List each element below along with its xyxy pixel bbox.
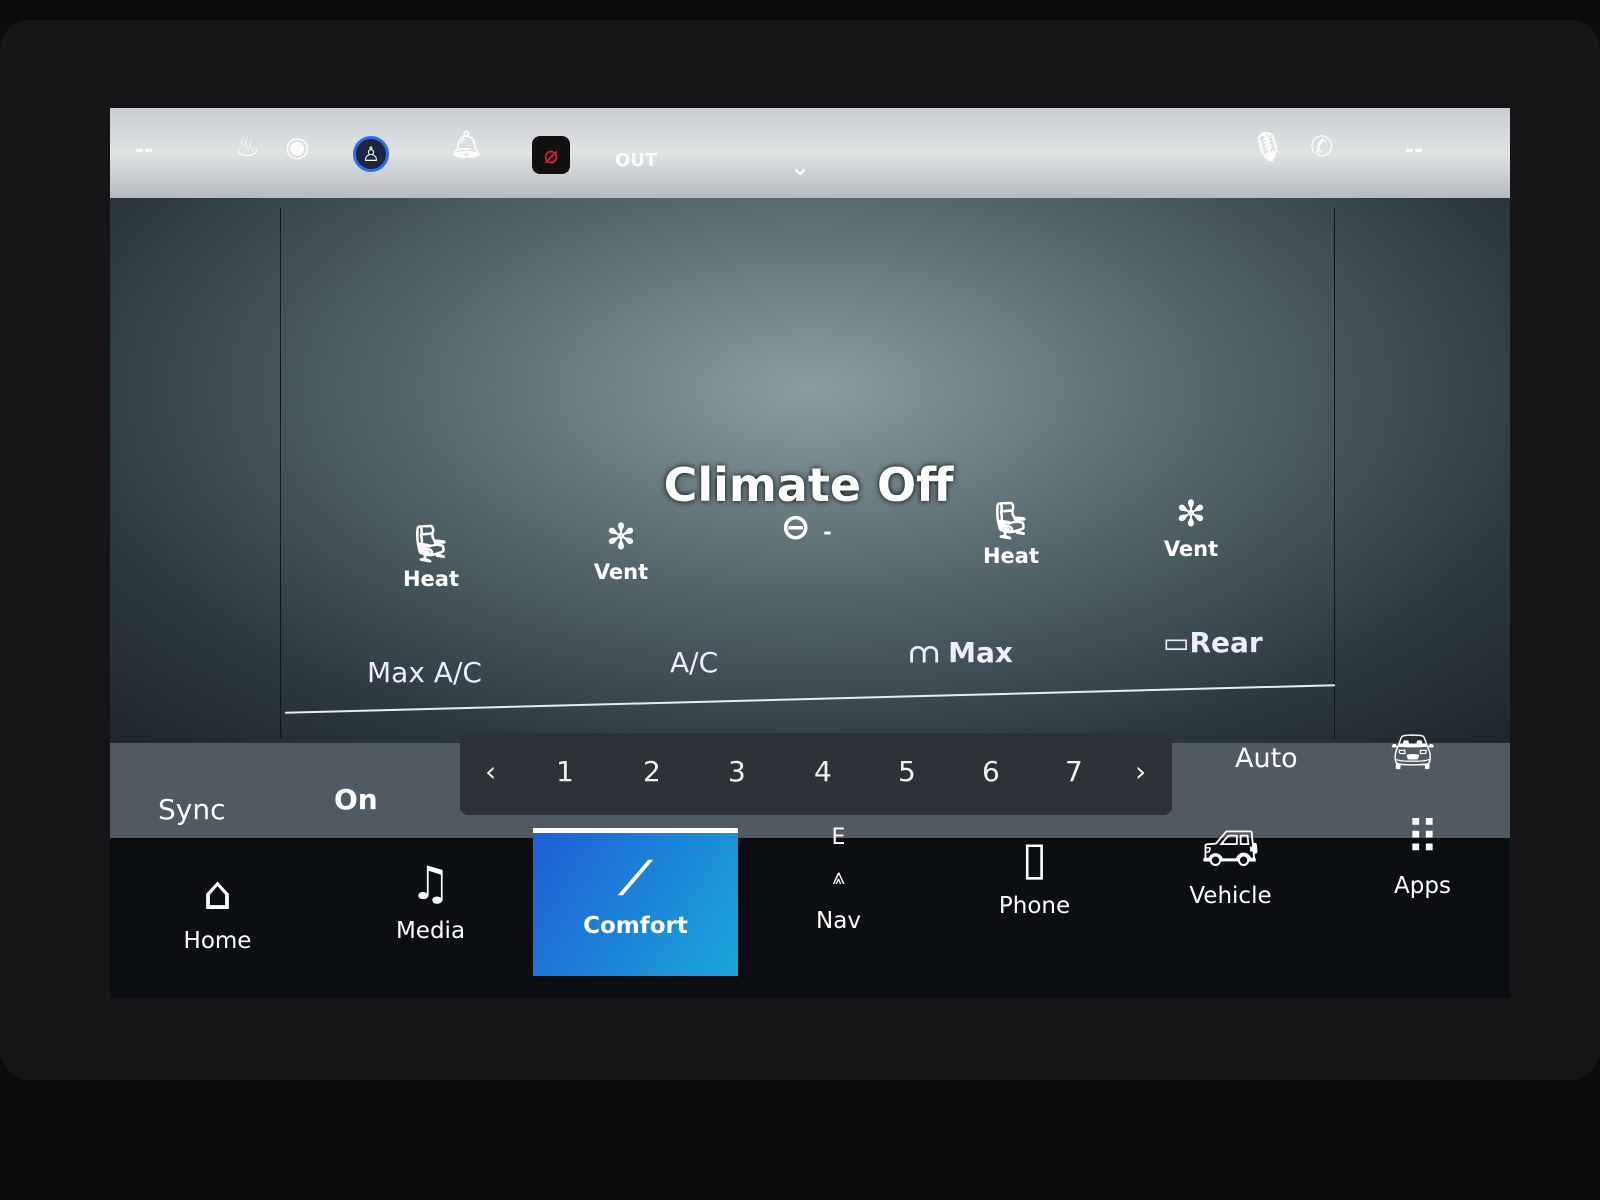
passenger-seat-vent-button[interactable]: ✻ Vent <box>1131 493 1251 561</box>
nav-label: Media <box>395 918 466 944</box>
nav-phone[interactable]: ▯ Phone <box>932 813 1137 958</box>
nav-vehicle[interactable]: 🚙︎ Vehicle <box>1128 803 1333 948</box>
heated-seat-icon[interactable]: ◉ <box>285 130 309 163</box>
smartphone-icon: ▯ <box>1021 831 1048 885</box>
bottom-nav-bar: ⌂ Home ♫ Media ⟋ Comfort E ⩓ Nav ▯ Phone 🚙︎ Veh… <box>110 811 1510 998</box>
apps-grid-icon: ⠿ <box>1405 811 1440 865</box>
rear-defrost-label: Rear <box>1189 626 1263 659</box>
recirculation-icon[interactable]: 🚘︎ <box>1390 731 1436 773</box>
seat-label: Heat <box>982 544 1040 568</box>
sync-label: Sync <box>158 793 226 826</box>
heated-steering-wheel-icon: ⊖ - <box>780 507 832 548</box>
status-bar: -- ♨ ◉ ♙ 🔔︎ ⌀ OUT ⌄ 🎙︎ ✆ -- <box>110 108 1510 198</box>
nav-label: Home <box>183 928 252 954</box>
auto-button[interactable]: Auto <box>1235 743 1298 774</box>
max-ac-button[interactable]: Max A/C <box>367 656 482 689</box>
fan-speed-4[interactable]: 4 <box>814 755 832 788</box>
vented-seat-icon: ✻ <box>1175 494 1207 535</box>
bell-icon[interactable]: 🔔︎ <box>450 130 483 160</box>
climate-panel: Climate Off 💺︎ Heat ✻ Vent ⊖ - 💺︎ Heat ✻ Ven… <box>110 198 1510 743</box>
chevron-down-icon[interactable]: ⌄ <box>790 153 810 181</box>
compass-icon: E ⩓ <box>831 825 846 890</box>
nav-home[interactable]: ⌂ Home <box>115 848 320 993</box>
nav-nav[interactable]: E ⩓ Nav <box>736 818 941 963</box>
music-note-icon: ♫ <box>409 856 452 910</box>
heated-seat-icon: 💺︎ <box>988 501 1034 542</box>
fan-speed-3[interactable]: 3 <box>728 755 746 788</box>
fan-speed-2[interactable]: 2 <box>643 755 661 788</box>
steering-level: - <box>823 520 832 544</box>
outside-temp-label: OUT <box>615 150 658 171</box>
fan-increase-button[interactable]: › <box>1135 755 1146 788</box>
nav-media[interactable]: ♫ Media <box>328 838 533 983</box>
rear-defrost-button[interactable]: ▭Rear <box>1163 626 1263 659</box>
heated-steering-wheel-button[interactable]: ⊖ - <box>746 506 866 554</box>
vented-seat-icon: ✻ <box>605 517 637 558</box>
seat-label: Vent <box>1163 537 1219 561</box>
ac-button[interactable]: A/C <box>670 646 718 679</box>
status-left-text: -- <box>135 138 154 163</box>
status-right-text: -- <box>1405 138 1424 163</box>
home-icon: ⌂ <box>202 866 233 920</box>
infotainment-screen: -- ♨ ◉ ♙ 🔔︎ ⌀ OUT ⌄ 🎙︎ ✆ -- Climate Off … <box>110 108 1510 998</box>
front-defrost-icon: ⩋ <box>910 636 949 669</box>
driver-seat-vent-button[interactable]: ✻ Vent <box>561 516 681 584</box>
fan-speed-7[interactable]: 7 <box>1065 755 1083 788</box>
seat-label: Vent <box>593 560 649 584</box>
passenger-seat-heat-button[interactable]: 💺︎ Heat <box>951 500 1071 568</box>
compass-heading: E <box>831 825 846 850</box>
microphone-icon[interactable]: 🎙︎ <box>1250 130 1286 163</box>
fan-speed-5[interactable]: 5 <box>898 755 916 788</box>
nav-label: Nav <box>816 908 861 934</box>
seat-label: Heat <box>402 567 460 591</box>
nav-comfort[interactable]: ⟋ Comfort <box>533 828 738 976</box>
max-defrost-label: Max <box>948 636 1013 669</box>
phone-icon[interactable]: ✆ <box>1310 130 1333 163</box>
fan-speed-selector: ‹ 1 2 3 4 5 6 7 › <box>460 733 1172 815</box>
nav-label: Comfort <box>583 913 688 939</box>
fan-decrease-button[interactable]: ‹ <box>485 755 496 788</box>
nav-apps[interactable]: ⠿ Apps <box>1320 793 1510 938</box>
nav-label: Phone <box>998 893 1071 919</box>
vehicle-icon: 🚙︎ <box>1201 821 1260 875</box>
sync-toggle[interactable]: On <box>334 783 378 816</box>
driver-profile-icon[interactable]: ♙ <box>353 136 389 172</box>
nav-label: Vehicle <box>1189 883 1272 909</box>
heated-seat-icon: 💺︎ <box>408 524 454 565</box>
max-defrost-button[interactable]: ⩋ Max <box>910 636 1013 670</box>
seat-icon: ⟋ <box>619 851 652 905</box>
wifi-off-icon[interactable]: ⌀ <box>532 136 570 174</box>
fan-speed-6[interactable]: 6 <box>982 755 1000 788</box>
fan-speed-1[interactable]: 1 <box>556 755 574 788</box>
driver-seat-heat-button[interactable]: 💺︎ Heat <box>371 523 491 591</box>
heated-steering-icon[interactable]: ♨ <box>235 130 260 163</box>
rear-defrost-icon: ▭ <box>1163 626 1190 659</box>
nav-label: Apps <box>1394 873 1451 899</box>
